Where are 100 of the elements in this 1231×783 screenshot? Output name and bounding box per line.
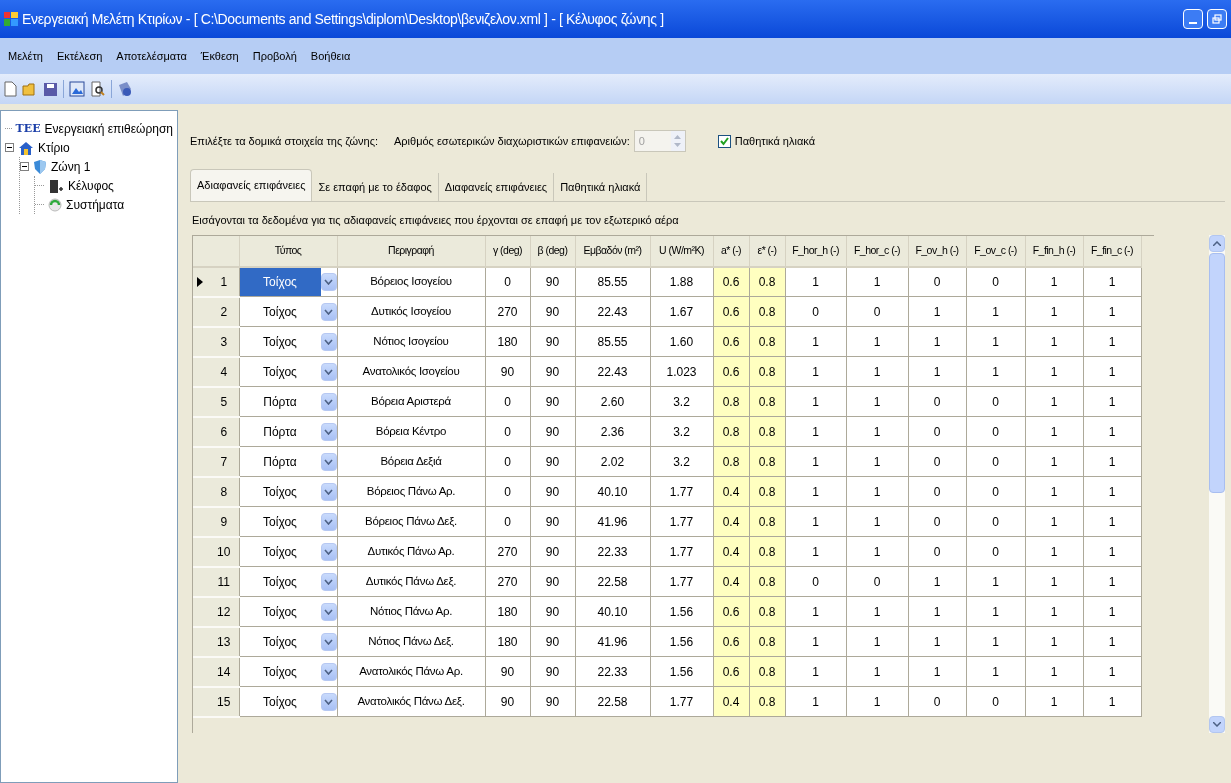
column-header[interactable]: a* (-) [713, 235, 749, 267]
column-header[interactable]: F_hor_c (-) [846, 235, 908, 267]
row-header[interactable]: 14 [193, 656, 239, 687]
chevron-down-icon [324, 278, 333, 285]
dropdown-button[interactable] [320, 362, 337, 381]
scrollbar-thumb[interactable] [1208, 252, 1225, 493]
table-cell: 1.77 [650, 536, 713, 567]
zone-prompt: Επιλέξτε τα δομικά στοιχεία της ζώνης: [190, 133, 378, 149]
row-header[interactable]: 13 [193, 626, 239, 657]
dropdown-button[interactable] [320, 392, 337, 411]
table-cell: 0 [785, 296, 846, 327]
dropdown-button[interactable] [320, 662, 337, 681]
row-header[interactable]: 12 [193, 596, 239, 627]
column-header[interactable]: ε* (-) [749, 235, 785, 267]
table-cell: 1 [908, 356, 966, 387]
open-folder-icon[interactable] [22, 81, 38, 97]
row-header[interactable]: 11 [193, 566, 239, 597]
dropdown-button[interactable] [320, 632, 337, 651]
wall-icon [48, 177, 64, 194]
column-header[interactable]: γ (deg) [485, 235, 530, 267]
tree-item[interactable]: Ενεργειακή επιθεώρηση [44, 119, 173, 138]
table-cell: 1 [966, 326, 1025, 357]
collapse-icon[interactable] [5, 143, 14, 152]
row-header[interactable]: 8 [193, 476, 239, 507]
table-cell: 40.10 [575, 596, 650, 627]
new-file-icon[interactable] [4, 81, 17, 97]
print-preview-icon[interactable] [90, 81, 106, 97]
scroll-down-button[interactable] [1208, 715, 1225, 733]
tree-item[interactable]: Κέλυφος [68, 176, 114, 195]
dropdown-button[interactable] [320, 422, 337, 441]
column-header[interactable]: U (W/m²K) [650, 235, 713, 267]
checkbox[interactable] [717, 134, 731, 148]
tree-item[interactable]: Συστήματα [66, 195, 125, 214]
row-header[interactable]: 3 [193, 326, 239, 357]
row-header[interactable]: 15 [193, 686, 239, 717]
column-header[interactable]: F_fin_c (-) [1083, 235, 1141, 267]
menu-item[interactable]: Έκθεση [200, 47, 239, 65]
menu-item[interactable]: Μελέτη [8, 47, 43, 65]
checkbox-label: Παθητικά ηλιακά [734, 133, 816, 149]
collapse-icon[interactable] [20, 162, 29, 171]
minimize-button[interactable] [1183, 9, 1203, 29]
table-cell: Δυτικός Πάνω Δεξ. [337, 566, 485, 597]
column-header[interactable]: Περιγραφή [337, 235, 485, 267]
restore-button[interactable] [1207, 9, 1227, 29]
chevron-down-icon [324, 338, 333, 345]
row-header[interactable]: 6 [193, 416, 239, 447]
dropdown-button[interactable] [320, 542, 337, 561]
table-cell: 0 [966, 476, 1025, 507]
dropdown-button[interactable] [320, 482, 337, 501]
table-cell: 1 [785, 446, 846, 477]
row-header[interactable]: 9 [193, 506, 239, 537]
menu-item[interactable]: Αποτελέσματα [116, 47, 187, 65]
menu-item[interactable]: Εκτέλεση [56, 47, 103, 65]
column-header[interactable]: β (deg) [530, 235, 575, 267]
dropdown-button[interactable] [320, 452, 337, 471]
menu-item[interactable]: Προβολή [252, 47, 297, 65]
dropdown-button[interactable] [320, 572, 337, 591]
table-cell: Νότιος Πάνω Δεξ. [337, 626, 485, 657]
row-header[interactable]: 5 [193, 386, 239, 417]
dropdown-button[interactable] [320, 602, 337, 621]
image-icon[interactable] [69, 81, 85, 97]
table-cell: 1 [1083, 506, 1141, 537]
row-header[interactable]: 10 [193, 536, 239, 567]
table-cell: Δυτικός Πάνω Αρ. [337, 536, 485, 567]
dropdown-button[interactable] [320, 512, 337, 531]
chevron-down-icon [324, 458, 333, 465]
table-cell: 1 [846, 386, 908, 417]
tree-item[interactable]: Ζώνη 1 [51, 157, 91, 176]
menu-item[interactable]: Βοήθεια [310, 47, 351, 65]
scroll-up-button[interactable] [1208, 234, 1225, 252]
column-header[interactable]: Εμβαδόν (m²) [575, 235, 650, 267]
tree-item[interactable]: Κτίριο [38, 138, 70, 157]
table-cell: 41.96 [575, 506, 650, 537]
chevron-down-icon [324, 638, 333, 645]
table-cell: 0 [908, 476, 966, 507]
column-header[interactable]: F_ov_c (-) [966, 235, 1025, 267]
table-cell: 1 [785, 506, 846, 537]
row-header[interactable]: 4 [193, 356, 239, 387]
column-header[interactable]: F_hor_h (-) [785, 235, 846, 267]
save-icon[interactable] [43, 81, 58, 97]
column-header[interactable]: Τύπος [239, 235, 337, 267]
dropdown-button[interactable] [320, 692, 337, 711]
table-cell: 1.56 [650, 596, 713, 627]
type-cell[interactable]: Τοίχος [239, 267, 321, 296]
table-cell: 1 [966, 656, 1025, 687]
row-header[interactable]: 7 [193, 446, 239, 477]
table-cell: 1 [1025, 536, 1083, 567]
table-cell: 1.77 [650, 476, 713, 507]
table-cell: 1 [1083, 476, 1141, 507]
table-cell: 1.56 [650, 626, 713, 657]
column-header[interactable]: F_fin_h (-) [1025, 235, 1083, 267]
table-cell: 22.43 [575, 296, 650, 327]
dropdown-button[interactable] [320, 302, 337, 321]
column-header[interactable]: F_ov_h (-) [908, 235, 966, 267]
dropdown-button[interactable] [320, 332, 337, 351]
table-cell: 1 [785, 326, 846, 357]
chevron-down-icon [324, 698, 333, 705]
row-header[interactable]: 2 [193, 296, 239, 327]
row-header[interactable]: 1 [193, 266, 239, 297]
tab[interactable]: Αδιαφανείς επιφάνειες [190, 169, 313, 201]
